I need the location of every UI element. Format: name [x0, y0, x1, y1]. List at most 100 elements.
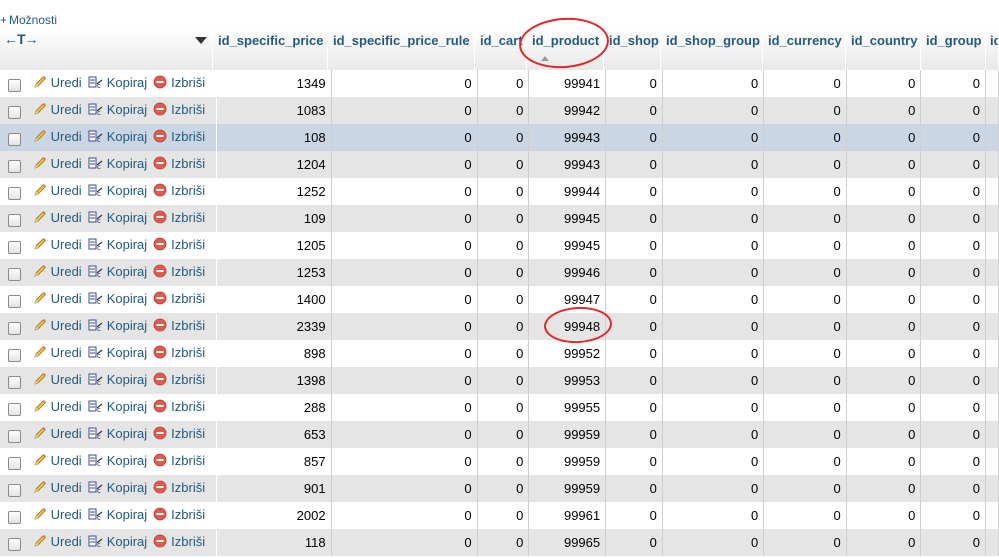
- col-header-id-specific-price[interactable]: id_specific_price: [213, 28, 328, 70]
- cell-id-product[interactable]: 99943: [528, 151, 607, 178]
- delete-link[interactable]: Izbriši: [153, 534, 205, 549]
- cell-id-currency[interactable]: 0: [763, 421, 847, 448]
- cell-id-specific-price-rule[interactable]: 0: [331, 421, 478, 448]
- row-checkbox[interactable]: [8, 430, 21, 444]
- cell-id-product[interactable]: 99965: [528, 529, 607, 556]
- cell-id-shop[interactable]: 0: [605, 259, 663, 286]
- delete-link[interactable]: Izbriši: [153, 318, 205, 333]
- cell-id-specific-price-rule[interactable]: 0: [331, 394, 478, 421]
- copy-link[interactable]: c Kopiraj: [88, 318, 147, 333]
- cell-id-currency[interactable]: 0: [763, 313, 847, 340]
- cell-id-specific-price-rule[interactable]: 0: [331, 475, 478, 502]
- cell-id-product[interactable]: 99941: [528, 70, 607, 97]
- cell-id-group[interactable]: 0: [920, 151, 986, 178]
- cell-id-specific-price[interactable]: 1252: [216, 178, 332, 205]
- cell-id-cart[interactable]: 0: [477, 448, 530, 475]
- cell-id-product[interactable]: 99943: [528, 124, 607, 151]
- edit-link[interactable]: Uredi: [33, 291, 82, 306]
- table-row[interactable]: Uredi c Kopiraj Izbriši 1083 0 0 99942 0 0 0 0 0: [0, 97, 999, 124]
- cell-id-shop[interactable]: 0: [605, 205, 663, 232]
- table-row[interactable]: Uredi c Kopiraj Izbriši 1252 0 0 99944 0 0 0 0 0: [0, 178, 999, 205]
- cell-id-country[interactable]: 0: [846, 205, 922, 232]
- cell-id-cart[interactable]: 0: [477, 475, 530, 502]
- cell-id-shop[interactable]: 0: [605, 232, 663, 259]
- cell-id-product[interactable]: 99945: [528, 205, 607, 232]
- cell-id-product[interactable]: 99944: [528, 178, 607, 205]
- col-header-id-country[interactable]: id_country: [846, 28, 921, 70]
- row-checkbox[interactable]: [8, 403, 21, 417]
- cell-id-country[interactable]: 0: [846, 475, 922, 502]
- cell-id-specific-price-rule[interactable]: 0: [331, 340, 478, 367]
- cell-id-product[interactable]: 99959: [528, 421, 607, 448]
- row-checkbox[interactable]: [8, 268, 21, 282]
- cell-id-cart[interactable]: 0: [477, 259, 530, 286]
- cell-id-cart[interactable]: 0: [477, 205, 530, 232]
- cell-id-shop[interactable]: 0: [605, 313, 663, 340]
- copy-link[interactable]: c Kopiraj: [88, 507, 147, 522]
- cell-id-currency[interactable]: 0: [763, 475, 847, 502]
- cell-id-country[interactable]: 0: [846, 448, 922, 475]
- table-row[interactable]: Uredi c Kopiraj Izbriši 901 0 0 99959 0 0 0 0 0: [0, 475, 999, 502]
- copy-link[interactable]: c Kopiraj: [88, 453, 147, 468]
- cell-id-cart[interactable]: 0: [477, 124, 530, 151]
- cell-id-specific-price-rule[interactable]: 0: [331, 259, 478, 286]
- edit-link[interactable]: Uredi: [33, 183, 82, 198]
- table-row[interactable]: Uredi c Kopiraj Izbriši 109 0 0 99945 0 0 0 0 0: [0, 205, 999, 232]
- copy-link[interactable]: c Kopiraj: [88, 345, 147, 360]
- cell-id-shop-group[interactable]: 0: [662, 286, 765, 313]
- cell-id-country[interactable]: 0: [846, 340, 922, 367]
- cell-id-shop[interactable]: 0: [605, 97, 663, 124]
- cell-id-shop-group[interactable]: 0: [662, 232, 765, 259]
- cell-id-group[interactable]: 0: [920, 340, 986, 367]
- options-link[interactable]: + Možnosti: [0, 13, 57, 27]
- delete-link[interactable]: Izbriši: [153, 129, 205, 144]
- copy-link[interactable]: c Kopiraj: [88, 291, 147, 306]
- delete-link[interactable]: Izbriši: [153, 291, 205, 306]
- cell-id-product[interactable]: 99945: [528, 232, 607, 259]
- edit-link[interactable]: Uredi: [33, 264, 82, 279]
- cell-id-specific-price[interactable]: 1400: [216, 286, 332, 313]
- row-checkbox[interactable]: [8, 457, 21, 471]
- cell-id-specific-price[interactable]: 288: [216, 394, 332, 421]
- cell-id-currency[interactable]: 0: [763, 502, 847, 529]
- edit-link[interactable]: Uredi: [33, 156, 82, 171]
- cell-id-currency[interactable]: 0: [763, 529, 847, 556]
- edit-link[interactable]: Uredi: [33, 318, 82, 333]
- delete-link[interactable]: Izbriši: [153, 102, 205, 117]
- cell-id-specific-price-rule[interactable]: 0: [331, 97, 478, 124]
- delete-link[interactable]: Izbriši: [153, 453, 205, 468]
- edit-link[interactable]: Uredi: [33, 480, 82, 495]
- cell-id-specific-price-rule[interactable]: 0: [331, 286, 478, 313]
- edit-link[interactable]: Uredi: [33, 507, 82, 522]
- cell-id-country[interactable]: 0: [846, 259, 922, 286]
- delete-link[interactable]: Izbriši: [153, 183, 205, 198]
- table-row[interactable]: Uredi c Kopiraj Izbriši 108 0 0 99943 0 0 0 0 0: [0, 124, 999, 151]
- table-row[interactable]: Uredi c Kopiraj Izbriši 118 0 0 99965 0 0 0 0 0: [0, 529, 999, 556]
- column-dropdown-icon[interactable]: [195, 37, 207, 44]
- cell-id-cart[interactable]: 0: [477, 502, 530, 529]
- cell-id-product[interactable]: 99959: [528, 448, 607, 475]
- cell-id-group[interactable]: 0: [920, 205, 986, 232]
- row-checkbox[interactable]: [8, 376, 21, 390]
- edit-link[interactable]: Uredi: [33, 426, 82, 441]
- cell-id-country[interactable]: 0: [846, 124, 922, 151]
- row-checkbox[interactable]: [8, 241, 21, 255]
- table-row[interactable]: Uredi c Kopiraj Izbriši 857 0 0 99959 0 0 0 0 0: [0, 448, 999, 475]
- table-row[interactable]: Uredi c Kopiraj Izbriši 1400 0 0 99947 0 0 0 0 0: [0, 286, 999, 313]
- cell-id-specific-price-rule[interactable]: 0: [331, 448, 478, 475]
- cell-id-product[interactable]: 99942: [528, 97, 607, 124]
- cell-id-country[interactable]: 0: [846, 232, 922, 259]
- cell-id-currency[interactable]: 0: [763, 178, 847, 205]
- row-checkbox[interactable]: [8, 511, 21, 525]
- column-arrows-control[interactable]: ←T→: [4, 31, 39, 47]
- cell-id-product[interactable]: 99946: [528, 259, 607, 286]
- cell-id-currency[interactable]: 0: [763, 232, 847, 259]
- cell-id-group[interactable]: 0: [920, 448, 986, 475]
- cell-id-shop[interactable]: 0: [605, 529, 663, 556]
- row-checkbox[interactable]: [8, 484, 21, 498]
- delete-link[interactable]: Izbriši: [153, 345, 205, 360]
- cell-id-shop-group[interactable]: 0: [662, 529, 765, 556]
- col-header-id-currency[interactable]: id_currency: [763, 28, 846, 70]
- cell-id-specific-price-rule[interactable]: 0: [331, 124, 478, 151]
- table-row[interactable]: Uredi c Kopiraj Izbriši 653 0 0 99959 0 0 0 0 0: [0, 421, 999, 448]
